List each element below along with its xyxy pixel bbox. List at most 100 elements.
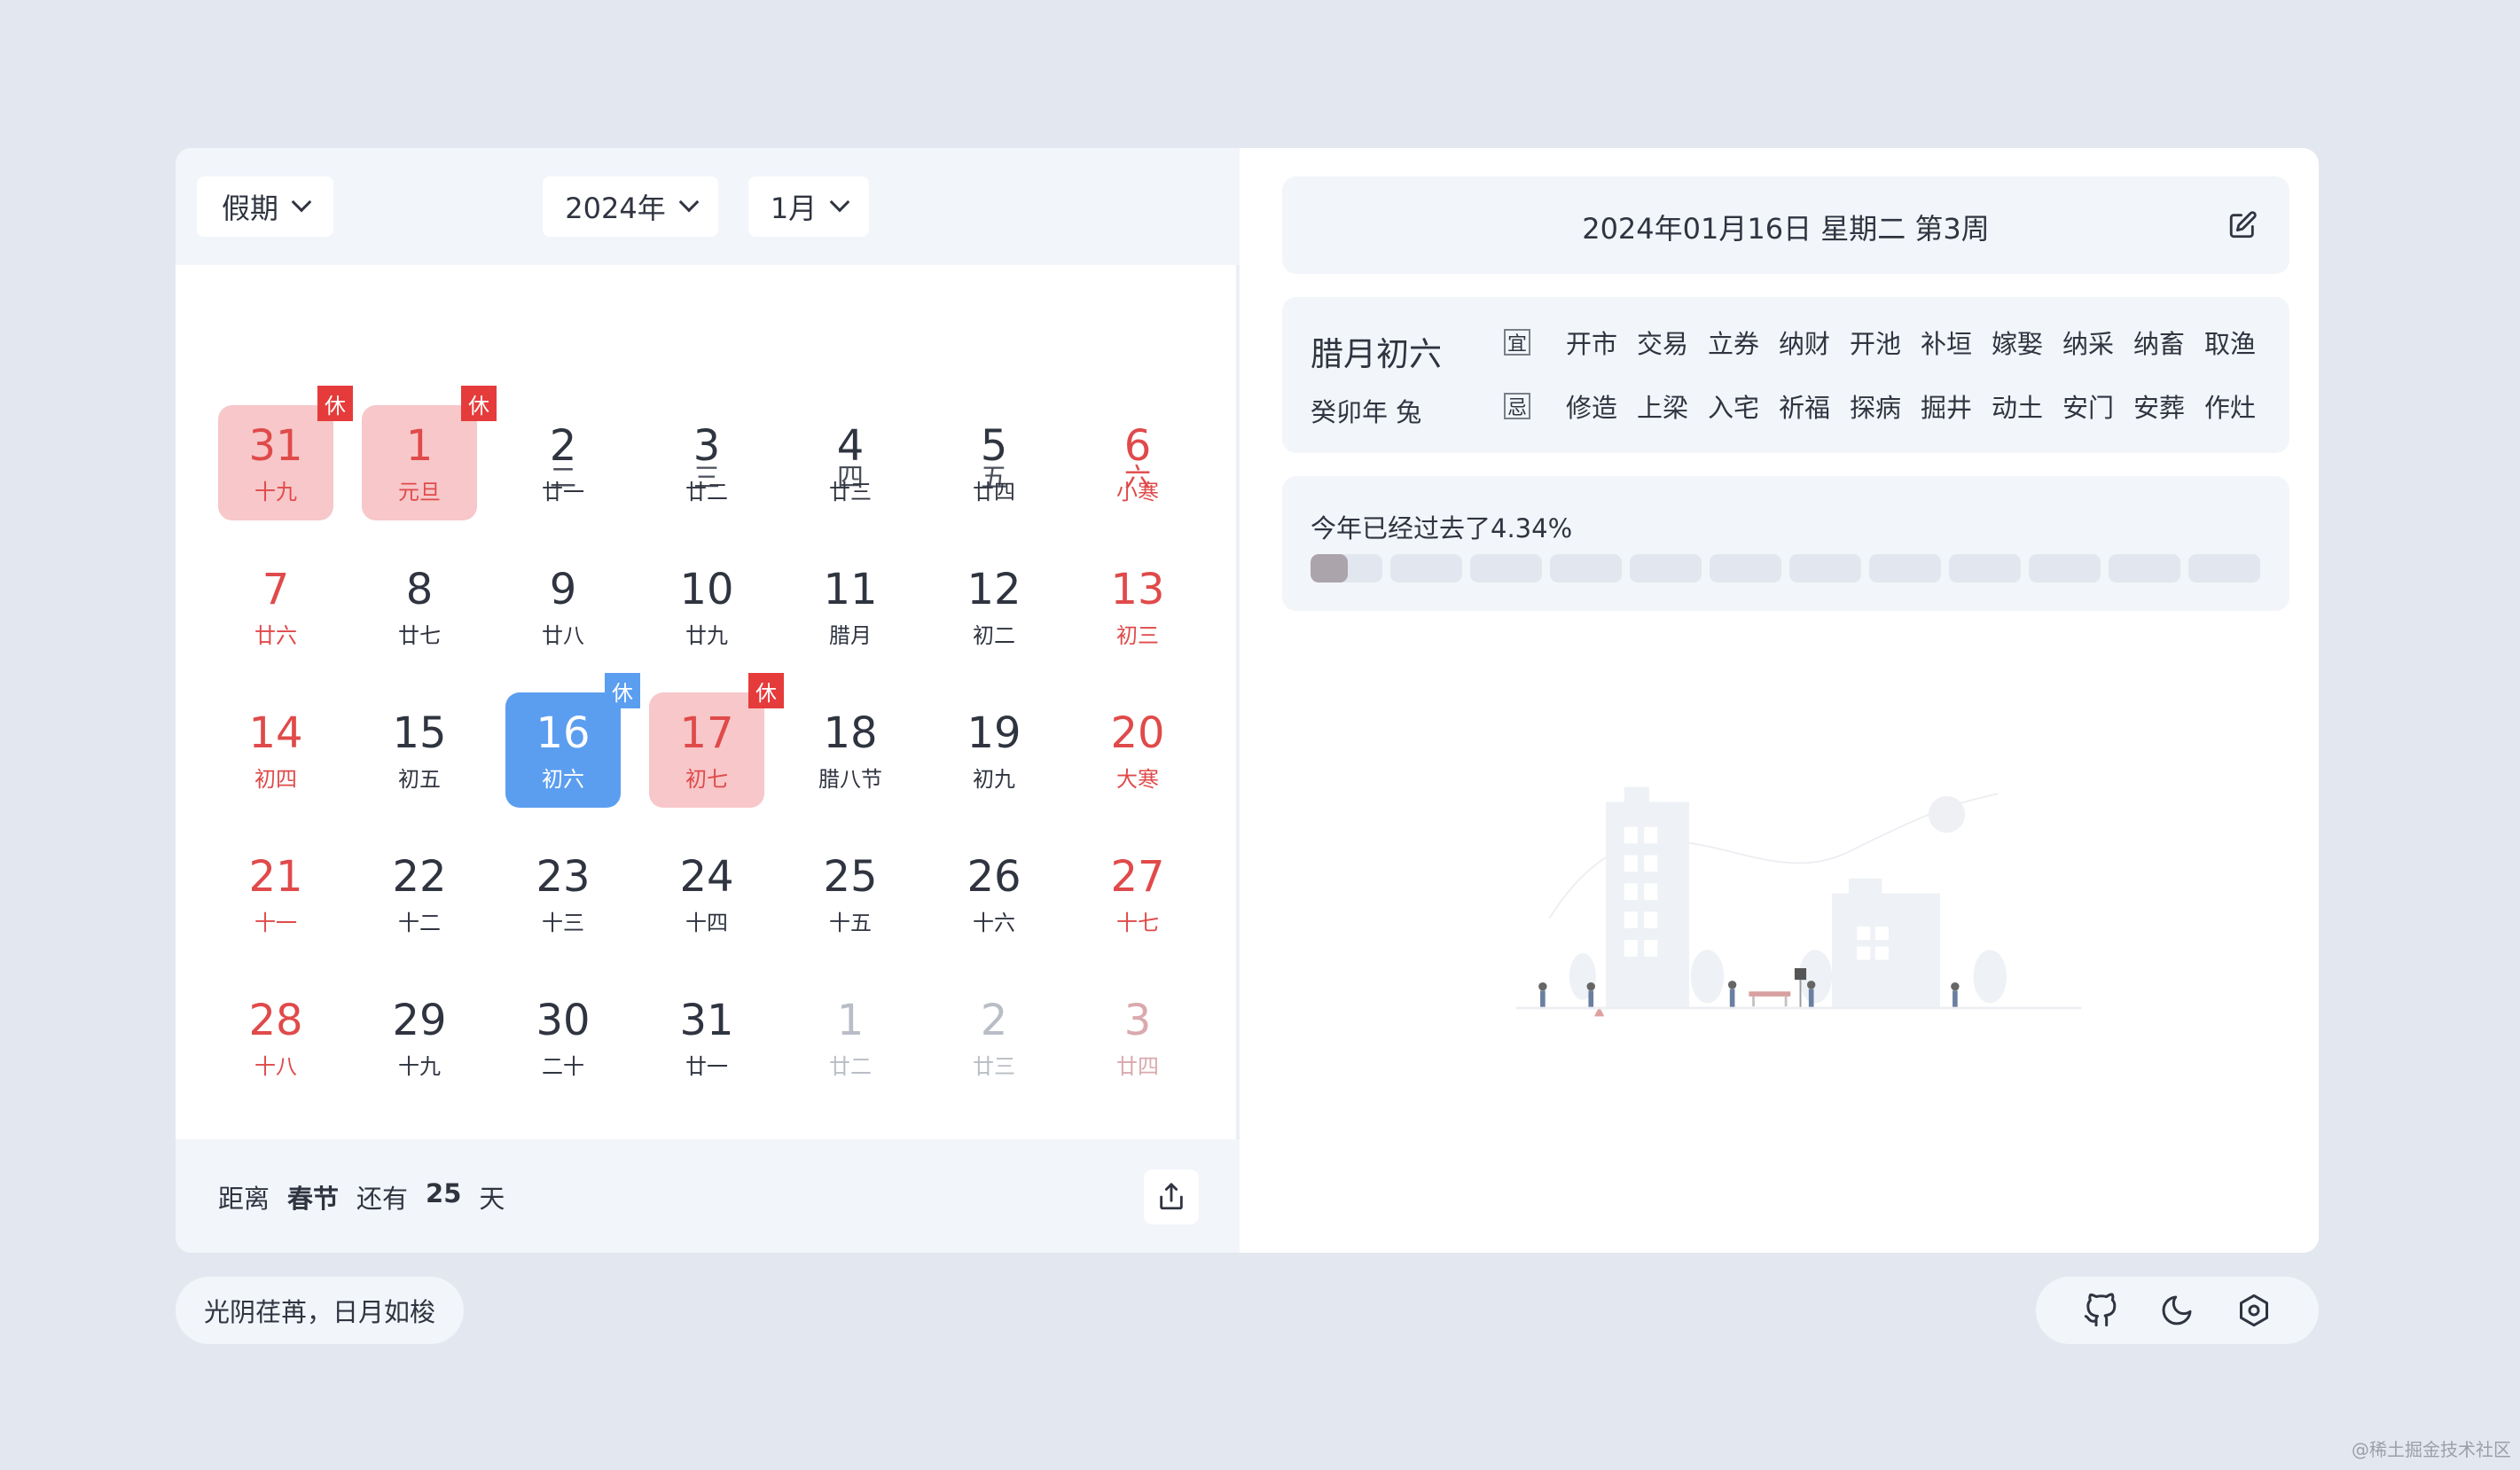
progress-segment — [1710, 554, 1781, 583]
yi-item: 纳畜 — [2133, 324, 2204, 361]
day-lunar: 十九 — [362, 1049, 477, 1080]
progress-fill — [1311, 554, 1348, 583]
day-cell[interactable]: 13初三 — [1080, 549, 1195, 664]
progress-segment — [1311, 554, 1382, 583]
day-cell[interactable]: 18腊八节 — [793, 692, 908, 808]
yi-item: 嫁娶 — [1992, 324, 2062, 361]
dark-mode-button[interactable] — [2157, 1291, 2196, 1330]
day-number: 31 — [649, 996, 764, 1045]
day-cell[interactable]: 31廿一 — [649, 980, 764, 1095]
day-cell[interactable]: 22十二 — [362, 836, 477, 951]
year-select[interactable]: 2024年 — [543, 176, 718, 237]
github-icon — [2083, 1293, 2118, 1328]
day-cell[interactable]: 9廿八 — [505, 549, 621, 664]
ji-list: 修造上梁入宅祈福探病掘井动土安门安葬作灶 — [1566, 387, 2275, 425]
yi-list: 开市交易立券纳财开池补垣嫁娶纳采纳畜取渔 — [1566, 324, 2275, 361]
day-cell[interactable]: 30二十 — [505, 980, 621, 1095]
day-lunar: 十三 — [505, 905, 621, 936]
day-number: 10 — [649, 565, 764, 614]
day-cell[interactable]: 1 廿二 — [793, 980, 908, 1095]
github-button[interactable] — [2081, 1291, 2120, 1330]
yi-item: 立券 — [1708, 324, 1779, 361]
year-label: 2024年 — [565, 186, 665, 227]
day-lunar: 十四 — [649, 905, 764, 936]
day-cell[interactable]: 11腊月 — [793, 549, 908, 664]
countdown-suffix: 天 — [479, 1178, 505, 1216]
day-cell[interactable]: 12初二 — [936, 549, 1052, 664]
day-lunar: 初三 — [1080, 618, 1195, 649]
day-number: 2 — [936, 996, 1052, 1045]
day-cell[interactable]: 21十一 — [218, 836, 333, 951]
day-cell[interactable]: 4廿三 — [793, 405, 908, 520]
rest-day-badge: 休 — [605, 673, 640, 708]
day-number: 25 — [793, 852, 908, 902]
day-lunar: 元旦 — [362, 474, 477, 505]
day-cell[interactable]: 31十九休 — [218, 405, 333, 520]
day-cell[interactable]: 17初七休 — [649, 692, 764, 808]
day-cell[interactable]: 5廿四 — [936, 405, 1052, 520]
day-number: 31 — [218, 421, 333, 471]
day-cell[interactable]: 15初五 — [362, 692, 477, 808]
day-cell[interactable]: 3廿四 — [1080, 980, 1195, 1095]
settings-button[interactable] — [2234, 1291, 2273, 1330]
day-number: 4 — [793, 421, 908, 471]
yi-item: 交易 — [1637, 324, 1708, 361]
day-cell[interactable]: 25十五 — [793, 836, 908, 951]
day-cell[interactable]: 23十三 — [505, 836, 621, 951]
month-select[interactable]: 1月 — [748, 176, 869, 237]
day-cell[interactable]: 28十八 — [218, 980, 333, 1095]
day-lunar: 廿二 — [649, 474, 764, 505]
day-cell[interactable]: 24十四 — [649, 836, 764, 951]
calendar-header: 假期 2024年 1月 — [176, 148, 1240, 265]
day-cell[interactable]: 6小寒 — [1080, 405, 1195, 520]
day-lunar: 初四 — [218, 762, 333, 793]
day-lunar: 廿八 — [505, 618, 621, 649]
motto-text: 光阴荏苒，日月如梭 — [204, 1292, 435, 1329]
day-cell[interactable]: 14初四 — [218, 692, 333, 808]
day-lunar: 十八 — [218, 1049, 333, 1080]
progress-segment — [1390, 554, 1462, 583]
edit-icon[interactable] — [2227, 210, 2258, 240]
holiday-filter-select[interactable]: 假期 — [197, 176, 333, 237]
yi-item: 开市 — [1566, 324, 1637, 361]
main-card: 假期 2024年 1月 日 一 二 三 四 五 六 31十九休1元旦休2廿一3廿… — [176, 148, 2319, 1253]
moon-icon — [2159, 1293, 2195, 1328]
share-button[interactable] — [1144, 1169, 1199, 1224]
day-lunar: 腊八节 — [793, 762, 908, 793]
day-cell[interactable]: 2廿三 — [936, 980, 1052, 1095]
ji-item: 作灶 — [2204, 387, 2275, 425]
selected-date-title: 2024年01月16日 星期二 第3周 — [1282, 207, 2289, 247]
day-number: 1 — [793, 996, 908, 1045]
date-panel: 2024年01月16日 星期二 第3周 — [1282, 176, 2289, 274]
ji-item: 安葬 — [2133, 387, 2204, 425]
day-lunar: 十九 — [218, 474, 333, 505]
progress-segment — [2188, 554, 2260, 583]
day-lunar: 小寒 — [1080, 474, 1195, 505]
day-cell[interactable]: 16初六休 — [505, 692, 621, 808]
progress-segment — [2109, 554, 2180, 583]
day-cell[interactable]: 26十六 — [936, 836, 1052, 951]
year-progress-bar — [1311, 554, 2260, 583]
yi-tag: 宜 — [1504, 329, 1530, 356]
day-number: 7 — [218, 565, 333, 614]
day-cell[interactable]: 27十七 — [1080, 836, 1195, 951]
ji-item: 祈福 — [1779, 387, 1850, 425]
progress-segment — [1470, 554, 1542, 583]
day-cell[interactable]: 29十九 — [362, 980, 477, 1095]
day-lunar: 初五 — [362, 762, 477, 793]
day-cell[interactable]: 19初九 — [936, 692, 1052, 808]
day-number: 17 — [649, 708, 764, 758]
day-lunar: 初二 — [936, 618, 1052, 649]
almanac-panel: 腊月初六 癸卯年 兔 宜 开市交易立券纳财开池补垣嫁娶纳采纳畜取渔 忌 修造上梁… — [1282, 297, 2289, 453]
day-cell[interactable]: 7廿六 — [218, 549, 333, 664]
countdown-festival: 春节 — [287, 1178, 339, 1216]
day-cell[interactable]: 10廿九 — [649, 549, 764, 664]
day-cell[interactable]: 3廿二 — [649, 405, 764, 520]
day-lunar: 廿二 — [793, 1049, 908, 1080]
day-cell[interactable]: 20大寒 — [1080, 692, 1195, 808]
ji-item: 修造 — [1566, 387, 1637, 425]
day-cell[interactable]: 2廿一 — [505, 405, 621, 520]
day-number: 3 — [649, 421, 764, 471]
day-cell[interactable]: 1元旦休 — [362, 405, 477, 520]
day-cell[interactable]: 8廿七 — [362, 549, 477, 664]
